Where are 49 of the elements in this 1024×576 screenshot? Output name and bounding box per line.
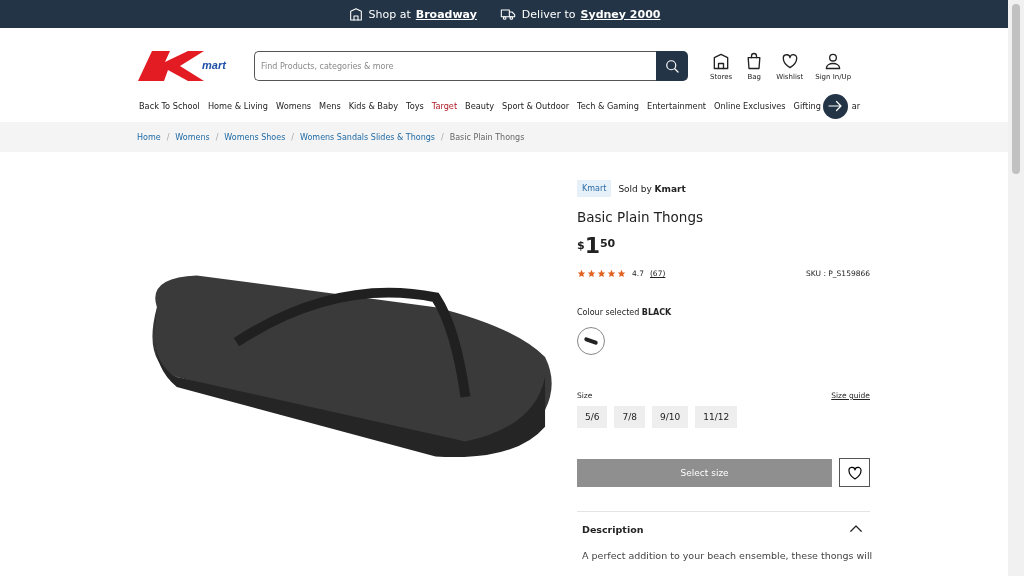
description-text: A perfect addition to your beach ensemble, these thongs will [582,550,870,561]
size-option[interactable]: 7/8 [614,406,645,428]
scrollbar[interactable] [1008,0,1024,576]
star-icon [577,269,586,278]
breadcrumb-separator: / [166,132,170,142]
description-heading: Description [582,523,644,535]
store-link[interactable]: Shop at Broadway [347,6,477,22]
store-icon [347,6,364,22]
nav-link[interactable]: Toys [406,101,424,111]
breadcrumb-separator: / [441,132,444,142]
colour-label: Colour selected BLACK [577,308,673,317]
star-icon [587,269,596,278]
nav-link[interactable]: Gifting [793,101,821,111]
nav-link[interactable]: Online Exclusives [714,101,786,111]
seller-text: Sold by Kmart [618,183,686,194]
brand-tag[interactable]: Kmart [577,180,612,197]
wishlist-button[interactable] [839,458,870,487]
nav-link[interactable]: ar [851,101,861,111]
scroll-right-button[interactable] [822,93,848,119]
delivery-link[interactable]: Deliver to Sydney 2000 [498,6,661,22]
nav-link[interactable]: Entertainment [646,101,707,111]
search-button[interactable] [656,51,688,81]
star-icon [617,269,626,278]
star-icon [607,269,616,278]
size-option[interactable]: 9/10 [651,406,689,428]
breadcrumb-link[interactable]: Womens Shoes [224,132,286,142]
breadcrumb-separator: / [291,132,294,142]
nav-link[interactable]: Womens [276,101,312,111]
nav-link[interactable]: Beauty [465,101,495,111]
search-field[interactable]: Find Products, categories & more [254,51,656,81]
truck-icon [498,6,517,22]
nav-link[interactable]: Target [431,101,458,111]
breadcrumb-link[interactable]: Home [137,132,161,142]
size-option[interactable]: 11/12 [695,406,738,428]
nav-link[interactable]: Home & Living [207,101,268,111]
nav-link[interactable]: Sport & Outdoor [502,101,570,111]
star-icon [597,269,606,278]
breadcrumb-current: Basic Plain Thongs [449,132,525,142]
nav-link[interactable]: Back To School [139,101,200,111]
product-title: Basic Plain Thongs [577,209,704,225]
search-icon [663,57,681,75]
breadcrumb-separator: / [215,132,219,142]
breadcrumb-link[interactable]: Womens Sandals Slides & Thongs [300,132,435,142]
nav-link[interactable]: Tech & Gaming [577,101,639,111]
nav-link[interactable]: Kids & Baby [348,101,399,111]
breadcrumb-link[interactable]: Womens [175,132,210,142]
size-option[interactable]: 5/6 [577,406,608,428]
colour-swatch[interactable] [577,327,605,355]
nav-link[interactable]: Mens [319,101,341,111]
